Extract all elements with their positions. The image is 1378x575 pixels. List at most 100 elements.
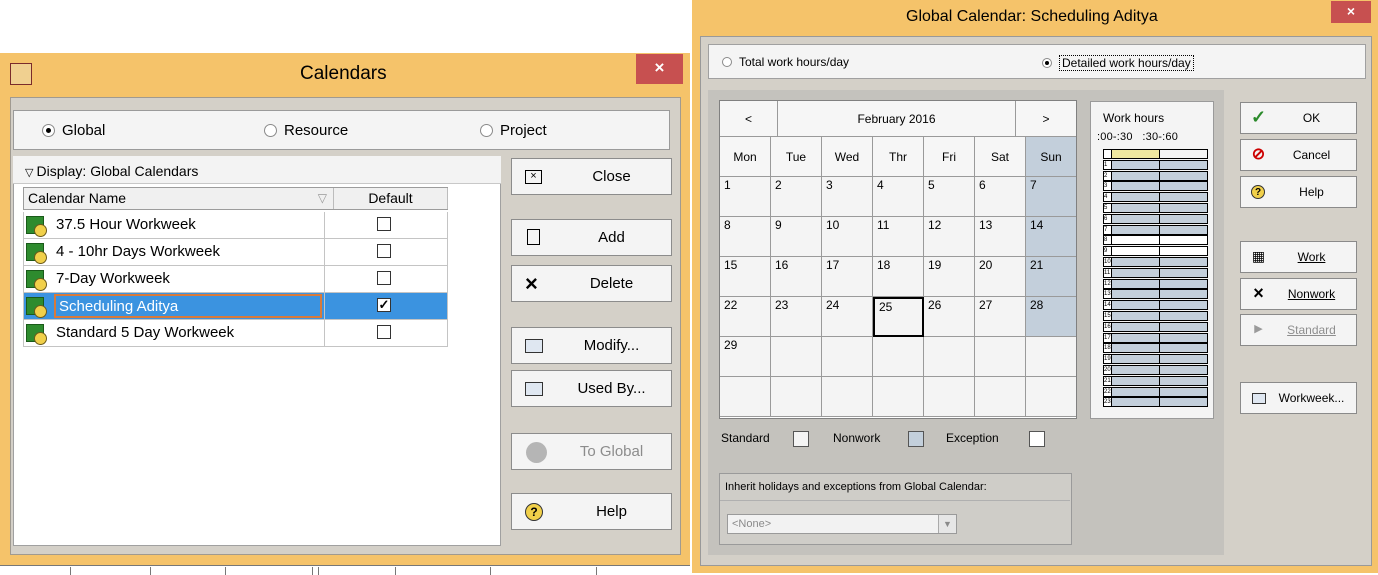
work-button[interactable]: ▦ Work: [1240, 241, 1357, 273]
work-hour-row[interactable]: 10: [1103, 257, 1208, 267]
table-row[interactable]: 37.5 Hour Workweek: [23, 212, 448, 239]
work-hour-row[interactable]: 12: [1103, 278, 1208, 289]
day-cell[interactable]: 2: [771, 177, 822, 217]
work-hour-row[interactable]: 14: [1103, 300, 1208, 311]
work-hour-row[interactable]: 21: [1103, 375, 1208, 386]
half-hour-slot[interactable]: [1160, 398, 1207, 407]
table-row[interactable]: Standard 5 Day Workweek: [23, 320, 448, 347]
half-hour-slot[interactable]: [1112, 193, 1160, 202]
half-hour-slot[interactable]: [1112, 376, 1160, 385]
add-button[interactable]: Add: [511, 219, 672, 256]
work-hour-row[interactable]: 8: [1103, 235, 1208, 246]
standard-button[interactable]: ▶ Standard: [1240, 314, 1357, 346]
display-filter-bar[interactable]: ▽ Display: Global Calendars: [13, 156, 501, 184]
half-hour-slot[interactable]: [1112, 150, 1160, 158]
day-cell[interactable]: 9: [771, 217, 822, 257]
half-hour-slot[interactable]: [1160, 160, 1207, 169]
half-hour-slot[interactable]: [1160, 333, 1207, 342]
work-hour-row[interactable]: 17: [1103, 332, 1208, 343]
half-hour-slot[interactable]: [1160, 366, 1207, 374]
table-row[interactable]: 4 - 10hr Days Workweek: [23, 239, 448, 266]
half-hour-slot[interactable]: [1112, 182, 1160, 191]
close-window-button[interactable]: ×: [636, 54, 683, 84]
half-hour-slot[interactable]: [1112, 236, 1160, 245]
half-hour-slot[interactable]: [1160, 344, 1207, 353]
help-button[interactable]: ? Help: [1240, 176, 1357, 208]
half-hour-slot[interactable]: [1112, 225, 1160, 234]
cancel-button[interactable]: ⊘ Cancel: [1240, 139, 1357, 171]
half-hour-slot[interactable]: [1112, 204, 1160, 212]
radio-total-indicator[interactable]: [722, 57, 732, 67]
work-hour-row[interactable]: 4: [1103, 192, 1208, 203]
half-hour-slot[interactable]: [1160, 258, 1207, 266]
radio-resource-indicator[interactable]: [264, 124, 277, 137]
half-hour-slot[interactable]: [1112, 322, 1160, 331]
day-cell[interactable]: 19: [924, 257, 975, 297]
half-hour-slot[interactable]: [1112, 160, 1160, 169]
day-cell[interactable]: 13: [975, 217, 1026, 257]
half-hour-slot[interactable]: [1160, 322, 1207, 331]
radio-detailed-indicator[interactable]: [1042, 58, 1052, 68]
half-hour-slot[interactable]: [1112, 301, 1160, 310]
next-month-button[interactable]: >: [1016, 101, 1076, 137]
day-cell[interactable]: 6: [975, 177, 1026, 217]
half-hour-slot[interactable]: [1160, 301, 1207, 310]
radio-total-work-hours[interactable]: Total work hours/day: [722, 55, 849, 69]
day-cell[interactable]: 5: [924, 177, 975, 217]
half-hour-slot[interactable]: [1160, 171, 1207, 180]
day-cell[interactable]: 12: [924, 217, 975, 257]
day-cell[interactable]: 4: [873, 177, 924, 217]
default-checkbox[interactable]: [377, 325, 391, 339]
half-hour-slot[interactable]: [1112, 333, 1160, 342]
radio-project[interactable]: Project: [480, 122, 547, 139]
default-checkbox[interactable]: [377, 217, 391, 231]
day-cell[interactable]: 28: [1026, 297, 1076, 337]
radio-global-indicator[interactable]: [42, 124, 55, 137]
day-cell[interactable]: 3: [822, 177, 873, 217]
day-cell[interactable]: 20: [975, 257, 1026, 297]
day-cell[interactable]: 17: [822, 257, 873, 297]
work-hour-row[interactable]: 22: [1103, 386, 1208, 397]
work-hour-row[interactable]: 6: [1103, 213, 1208, 224]
half-hour-slot[interactable]: [1160, 214, 1207, 223]
half-hour-slot[interactable]: [1112, 214, 1160, 223]
radio-resource[interactable]: Resource: [264, 122, 348, 139]
work-hour-row[interactable]: 20: [1103, 365, 1208, 375]
half-hour-slot[interactable]: [1160, 182, 1207, 191]
work-hour-row[interactable]: 7: [1103, 224, 1208, 235]
workweek-button[interactable]: Workweek...: [1240, 382, 1357, 414]
half-hour-slot[interactable]: [1112, 279, 1160, 288]
day-cell[interactable]: 14: [1026, 217, 1076, 257]
half-hour-slot[interactable]: [1112, 247, 1160, 256]
to-global-button[interactable]: To Global: [511, 433, 672, 470]
column-header-name[interactable]: Calendar Name ▽: [24, 188, 334, 209]
half-hour-slot[interactable]: [1160, 236, 1207, 245]
work-hour-row[interactable]: 3: [1103, 181, 1208, 192]
half-hour-slot[interactable]: [1112, 268, 1160, 277]
half-hour-slot[interactable]: [1160, 279, 1207, 288]
ok-button[interactable]: ✓ OK: [1240, 102, 1357, 134]
work-hour-row[interactable]: 2: [1103, 170, 1208, 181]
half-hour-slot[interactable]: [1160, 268, 1207, 277]
day-cell[interactable]: 27: [975, 297, 1026, 337]
work-hour-row[interactable]: 1: [1103, 159, 1208, 170]
work-hour-row[interactable]: 18: [1103, 343, 1208, 354]
day-cell[interactable]: 18: [873, 257, 924, 297]
work-hour-row[interactable]: 5: [1103, 203, 1208, 213]
radio-global[interactable]: Global: [42, 122, 105, 139]
day-cell[interactable]: 1: [720, 177, 771, 217]
work-hour-row[interactable]: 9: [1103, 246, 1208, 257]
day-cell[interactable]: 23: [771, 297, 822, 337]
half-hour-slot[interactable]: [1160, 150, 1207, 158]
day-cell[interactable]: 24: [822, 297, 873, 337]
day-cell[interactable]: 29: [720, 337, 771, 377]
day-cell[interactable]: 25: [873, 297, 924, 337]
day-cell[interactable]: 22: [720, 297, 771, 337]
day-cell[interactable]: 16: [771, 257, 822, 297]
help-button[interactable]: ? Help: [511, 493, 672, 530]
half-hour-slot[interactable]: [1112, 344, 1160, 353]
close-window-button[interactable]: ×: [1331, 1, 1371, 23]
used-by-button[interactable]: Used By...: [511, 370, 672, 407]
half-hour-slot[interactable]: [1160, 225, 1207, 234]
prev-month-button[interactable]: <: [720, 101, 778, 137]
